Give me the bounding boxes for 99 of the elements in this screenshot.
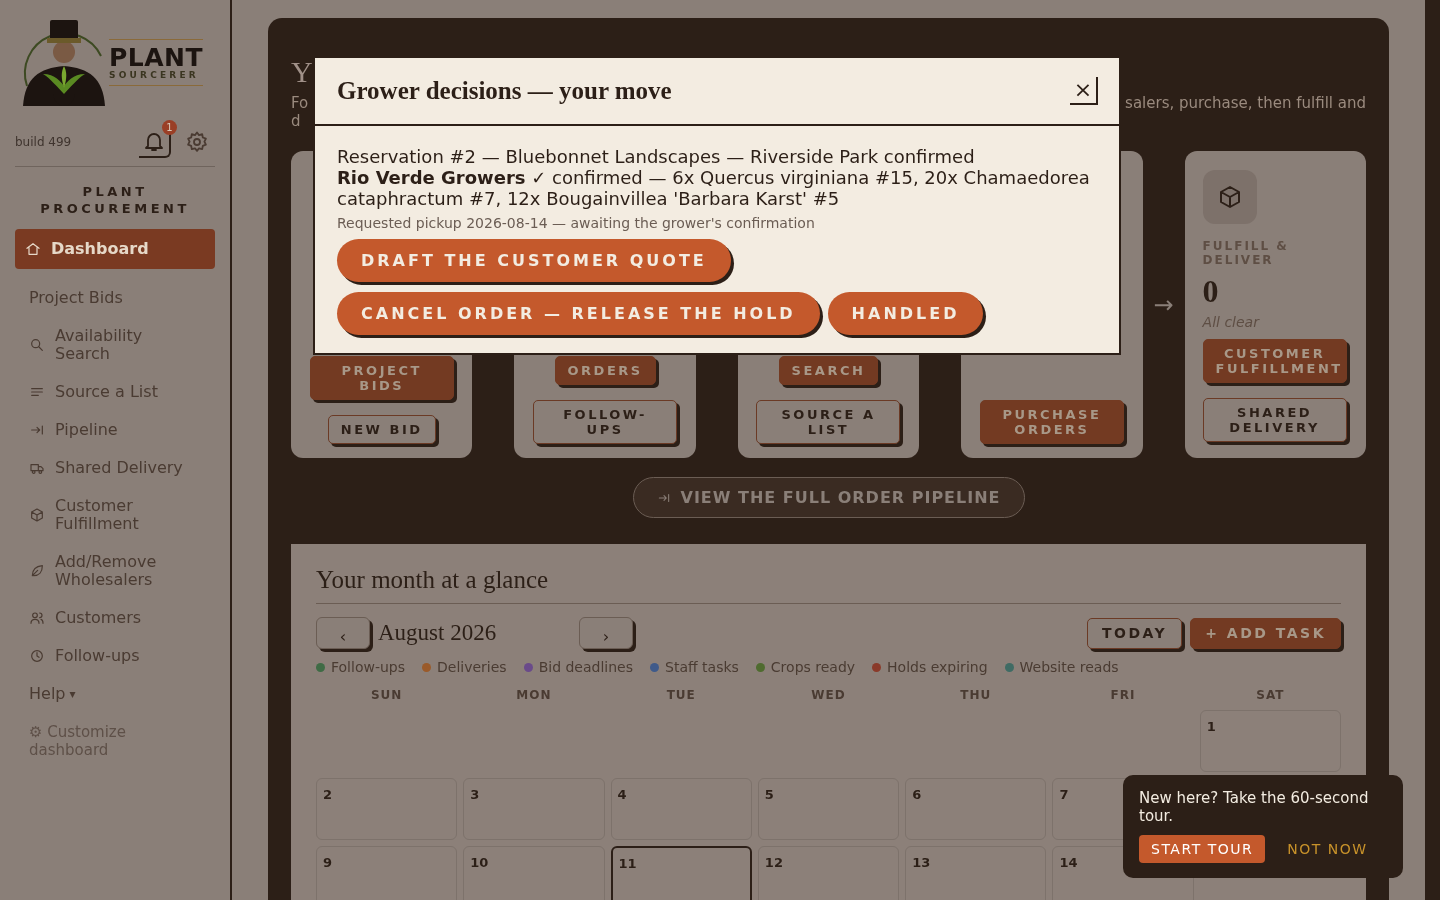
legend-label: Follow-ups	[331, 659, 406, 675]
card-button[interactable]: ORDERS	[554, 356, 656, 385]
day-number: 4	[617, 787, 627, 802]
card-button[interactable]: NEW BID	[327, 415, 436, 444]
sidebar-item[interactable]: Follow-ups	[15, 637, 215, 675]
weekday-label: WED	[810, 688, 847, 702]
card-button[interactable]: CUSTOMER FULFILLMENT	[1202, 339, 1347, 383]
legend-label: Website reads	[1019, 659, 1119, 675]
day-cell[interactable]: 6	[905, 778, 1047, 840]
day-cell[interactable]: 3	[463, 778, 605, 840]
home-icon	[25, 241, 41, 257]
sidebar-item[interactable]: Dashboard	[15, 229, 215, 269]
action-button[interactable]: DRAFT THE CUSTOMER QUOTE	[337, 239, 731, 282]
start-tour-button[interactable]: START TOUR	[1139, 835, 1266, 863]
sidebar-item[interactable]: Customer Fulfillment	[15, 487, 215, 543]
day-cell[interactable]: 1	[1199, 710, 1341, 772]
clock-icon	[29, 648, 45, 664]
view-pipeline-button[interactable]: VIEW THE FULL ORDER PIPELINE	[632, 477, 1025, 518]
legend-label: Deliveries	[437, 659, 507, 675]
weekday-label: MON	[515, 688, 553, 702]
build-label: build 499	[15, 135, 73, 149]
card-button[interactable]: PROJECT BIDS	[309, 356, 454, 400]
today-button[interactable]: TODAY	[1087, 617, 1183, 649]
settings-button[interactable]	[185, 130, 209, 154]
day-number: 2	[323, 787, 333, 802]
day-cell[interactable]: 10	[463, 846, 605, 900]
box-icon	[29, 507, 45, 523]
scrollbar[interactable]	[1425, 0, 1440, 900]
day-number: 1	[1206, 719, 1216, 734]
card-button[interactable]: SOURCE A LIST	[756, 400, 901, 444]
add-task-button[interactable]: + ADD TASK	[1190, 617, 1341, 649]
card-button[interactable]: SEARCH	[778, 356, 879, 385]
day-cell[interactable]: 4	[610, 778, 752, 840]
action-button[interactable]: HANDLED	[827, 292, 984, 335]
sidebar-item[interactable]: Pipeline	[15, 411, 215, 449]
message-text: Rio Verde Growers ✓ confirmed — 6x Quercus virginiana #15, 20x Chamaedorea cataphractum #7, 12x Bougainvillea 'Barbara Karst' #5	[337, 167, 1091, 209]
subtitle-text: Fo	[291, 94, 309, 112]
message-text: Reservation #2 — Bluebonnet Landscapes — Riverside Park confirmed	[337, 146, 976, 167]
help-menu[interactable]: Help ▾	[15, 675, 90, 713]
section-title: PLANT PROCUREMENT	[39, 183, 191, 217]
weekday-label: TUE	[665, 688, 697, 702]
sidebar-item[interactable]: Add/Remove Wholesalers	[15, 543, 215, 599]
day-number: 11	[618, 856, 637, 871]
dialog-title: Grower decisions — your move	[337, 76, 672, 106]
logo-subtext: SOURCERER	[109, 69, 200, 81]
sidebar-item[interactable]: Shared Delivery	[15, 449, 215, 487]
day-number: 9	[323, 855, 333, 870]
subtitle-text: d	[291, 112, 302, 130]
legend-label: Crops ready	[770, 659, 856, 675]
flow-arrow: →	[1153, 290, 1174, 319]
weekday-label: FRI	[1109, 688, 1137, 702]
day-cell[interactable]: 11	[610, 846, 752, 900]
message-note: Requested pickup 2026-08-14 — awaiting the grower's confirmation	[337, 215, 816, 231]
weekday-label: SAT	[1255, 688, 1286, 702]
month-label: August 2026	[378, 620, 498, 646]
legend-label: Bid deadlines	[538, 659, 633, 675]
weekday-label: THU	[959, 688, 993, 702]
day-number: 13	[912, 855, 931, 870]
close-button[interactable]: ×	[1070, 77, 1098, 105]
sidebar-item[interactable]: Customers	[15, 599, 215, 637]
day-number: 10	[470, 855, 489, 870]
day-number: 14	[1059, 855, 1078, 870]
weekday-label: SUN	[369, 688, 404, 702]
day-cell[interactable]: 9	[316, 846, 458, 900]
people-icon	[29, 610, 45, 626]
sidebar-item[interactable]: Source a List	[15, 373, 215, 411]
day-number: 6	[912, 787, 922, 802]
day-cell[interactable]: 12	[757, 846, 900, 900]
day-number: 5	[764, 787, 774, 802]
legend-label: Staff tasks	[665, 659, 739, 675]
next-month-button[interactable]: ›	[579, 617, 633, 649]
calendar-title: Your month at a glance	[316, 566, 1341, 604]
card-button[interactable]: SHARED DELIVERY	[1202, 398, 1347, 442]
action-button[interactable]: CANCEL ORDER — RELEASE THE HOLD	[337, 292, 820, 335]
leaf-icon	[29, 563, 45, 579]
settings-icon	[185, 130, 209, 154]
card-count: 0	[1202, 273, 1220, 309]
sidebar-item[interactable]: Project Bids	[15, 279, 215, 317]
arrow-to-bar-icon	[29, 422, 45, 438]
caret-icon: ▾	[69, 685, 76, 703]
day-cell[interactable]: 2	[316, 778, 458, 840]
card-button[interactable]: FOLLOW-UPS	[533, 400, 678, 444]
previous-month-button[interactable]: ‹	[316, 617, 370, 649]
notification-count: 1	[162, 120, 177, 135]
day-number: 3	[470, 787, 480, 802]
subtitle-text: salers, purchase, then fulfill and	[1125, 94, 1366, 112]
sidebar-item[interactable]: Availability Search	[15, 317, 215, 373]
card-button[interactable]: PURCHASE ORDERS	[979, 400, 1124, 444]
logo-text: PLANT	[109, 45, 204, 70]
legend-label: Holds expiring	[887, 659, 988, 675]
search-icon	[29, 337, 45, 353]
tour-text: New here? Take the 60-second tour.	[1139, 789, 1370, 825]
day-number: 7	[1059, 787, 1069, 802]
day-number: 12	[764, 855, 783, 870]
not-now-button[interactable]: NOT NOW	[1285, 835, 1370, 863]
day-cell[interactable]: 5	[757, 778, 900, 840]
box-icon	[1202, 170, 1257, 224]
page-heading: Y	[291, 55, 313, 88]
day-cell[interactable]: 13	[905, 846, 1047, 900]
